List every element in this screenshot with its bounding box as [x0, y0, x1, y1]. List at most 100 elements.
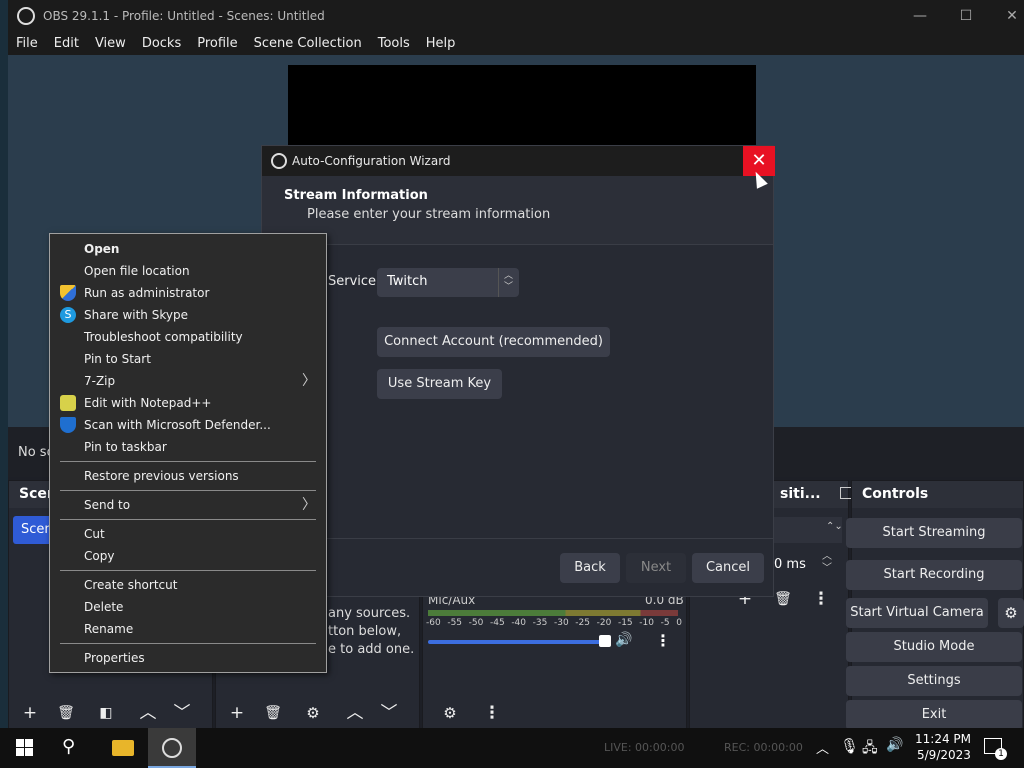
menu-help[interactable]: Help: [426, 36, 456, 51]
meter-tick-label: -60: [426, 618, 441, 628]
obs-logo-icon: [162, 738, 182, 758]
menu-item-label: Scan with Microsoft Defender...: [84, 418, 271, 432]
file-explorer-icon[interactable]: [112, 740, 134, 756]
maximize-button[interactable]: ☐: [956, 6, 976, 26]
menu-tools[interactable]: Tools: [378, 36, 410, 51]
hint-line: e to add one.: [328, 642, 415, 657]
menu-item-run-as-admin[interactable]: Run as administrator: [50, 282, 326, 304]
menu-item-open[interactable]: Open: [50, 238, 326, 260]
start-virtual-camera-button[interactable]: Start Virtual Camera: [846, 598, 988, 628]
obs-taskbar-button[interactable]: [148, 728, 196, 768]
add-source-icon[interactable]: +: [224, 700, 250, 726]
menu-item-troubleshoot[interactable]: Troubleshoot compatibility: [50, 326, 326, 348]
scenes-toolbar: + 🗑 ◧ ︿ ﹀: [9, 696, 212, 732]
menu-item-7zip[interactable]: 7-Zip 〉: [50, 370, 326, 392]
add-scene-icon[interactable]: +: [17, 700, 43, 726]
menu-docks[interactable]: Docks: [142, 36, 181, 51]
menu-item-pin-to-start[interactable]: Pin to Start: [50, 348, 326, 370]
chevron-right-icon: 〉: [302, 497, 316, 513]
use-stream-key-button[interactable]: Use Stream Key: [377, 369, 502, 399]
menu-file[interactable]: File: [16, 36, 38, 51]
volume-icon[interactable]: 🔊: [886, 737, 903, 753]
close-button[interactable]: ✕: [1002, 6, 1022, 26]
chevron-updown-icon: ︿ ﹀: [504, 271, 514, 292]
minimize-button[interactable]: —: [910, 6, 930, 26]
menu-item-label: Edit with Notepad++: [84, 396, 212, 410]
menu-item-label: 7-Zip: [84, 374, 116, 388]
menu-item-delete[interactable]: Delete: [50, 596, 326, 618]
menu-item-copy[interactable]: Copy: [50, 545, 326, 567]
menu-view[interactable]: View: [95, 36, 126, 51]
start-streaming-button[interactable]: Start Streaming: [846, 518, 1022, 548]
mixer-menu-icon[interactable]: ⋮: [655, 631, 671, 650]
speaker-icon[interactable]: 🔊: [615, 632, 632, 648]
menu-item-label: Copy: [84, 549, 115, 563]
duration-value[interactable]: 0 ms: [774, 557, 806, 572]
exit-button[interactable]: Exit: [846, 700, 1022, 730]
volume-slider-handle[interactable]: [599, 635, 611, 647]
start-recording-button[interactable]: Start Recording: [846, 560, 1022, 590]
menu-item-pin-to-taskbar[interactable]: Pin to taskbar: [50, 436, 326, 458]
menu-bar: File Edit View Docks Profile Scene Colle…: [8, 31, 1024, 55]
menu-item-label: Open file location: [84, 264, 190, 278]
scene-list-item[interactable]: Scen: [13, 516, 53, 544]
move-up-icon[interactable]: ︿: [135, 700, 161, 726]
menu-item-send-to[interactable]: Send to 〉: [50, 494, 326, 516]
obs-logo-icon: [17, 6, 35, 25]
menu-item-notepadpp[interactable]: Edit with Notepad++: [50, 392, 326, 414]
menu-edit[interactable]: Edit: [54, 36, 79, 51]
connect-account-button[interactable]: Connect Account (recommended): [377, 327, 610, 357]
chevron-up-icon[interactable]: ︿: [816, 738, 829, 757]
meter-tick-label: -20: [596, 618, 612, 628]
menu-profile[interactable]: Profile: [197, 36, 237, 51]
cancel-button[interactable]: Cancel: [692, 553, 764, 583]
meter-tick-label: -55: [447, 618, 463, 628]
clock-date[interactable]: 5/9/2023: [917, 748, 971, 762]
trash-icon[interactable]: 🗑: [53, 700, 79, 726]
move-up-icon[interactable]: ︿: [342, 700, 368, 726]
clock-time[interactable]: 11:24 PM: [915, 732, 971, 746]
microphone-icon[interactable]: 🎙: [840, 737, 859, 755]
menu-item-properties[interactable]: Properties: [50, 647, 326, 669]
menu-item-cut[interactable]: Cut: [50, 523, 326, 545]
settings-button[interactable]: Settings: [846, 666, 1022, 696]
gear-icon[interactable]: ⚙: [300, 700, 326, 726]
windows-start-icon[interactable]: [16, 739, 33, 756]
duration-spinner-icon[interactable]: ︿ ﹀: [822, 551, 832, 575]
desktop-edge: [0, 0, 8, 733]
network-icon[interactable]: 🖧: [862, 737, 878, 761]
menu-scene-collection[interactable]: Scene Collection: [254, 36, 362, 51]
volume-meter: [428, 610, 678, 616]
status-live: LIVE: 00:00:00: [604, 741, 685, 754]
filter-icon[interactable]: ◧: [93, 700, 119, 726]
wizard-subheading: Please enter your stream information: [307, 207, 551, 222]
menu-item-rename[interactable]: Rename: [50, 618, 326, 640]
notepad-icon: [60, 395, 76, 411]
back-button[interactable]: Back: [560, 553, 620, 583]
preview-canvas[interactable]: [288, 65, 756, 149]
window-title: OBS 29.1.1 - Profile: Untitled - Scenes:…: [43, 8, 325, 23]
menu-item-create-shortcut[interactable]: Create shortcut: [50, 574, 326, 596]
volume-slider[interactable]: [428, 640, 608, 644]
menu-item-share-skype[interactable]: S Share with Skype: [50, 304, 326, 326]
wizard-header: Stream Information Please enter your str…: [262, 176, 773, 245]
trash-icon[interactable]: 🗑: [260, 700, 286, 726]
menu-dots-icon[interactable]: ⋮: [479, 700, 505, 726]
next-button: Next: [626, 553, 686, 583]
move-down-icon[interactable]: ﹀: [376, 700, 402, 726]
search-icon[interactable]: ⚲: [62, 736, 75, 757]
service-select[interactable]: Twitch ︿ ﹀: [377, 268, 519, 297]
studio-mode-button[interactable]: Studio Mode: [846, 632, 1022, 662]
shield-icon: [60, 285, 76, 301]
virtual-camera-settings-icon[interactable]: ⚙: [998, 598, 1024, 628]
move-down-icon[interactable]: ﹀: [169, 700, 195, 726]
menu-separator: [60, 490, 316, 491]
menu-item-restore-versions[interactable]: Restore previous versions: [50, 465, 326, 487]
gear-icon[interactable]: ⚙: [437, 700, 463, 726]
transition-menu-icon[interactable]: ⋮: [808, 586, 834, 612]
menu-item-open-file-location[interactable]: Open file location: [50, 260, 326, 282]
menu-item-defender[interactable]: Scan with Microsoft Defender...: [50, 414, 326, 436]
notification-badge: 1: [995, 748, 1007, 760]
menu-item-label: Delete: [84, 600, 124, 614]
windows-taskbar: ⚲ LIVE: 00:00:00 REC: 00:00:00 ︿ 🎙 🖧 🔊 1…: [0, 728, 1024, 768]
